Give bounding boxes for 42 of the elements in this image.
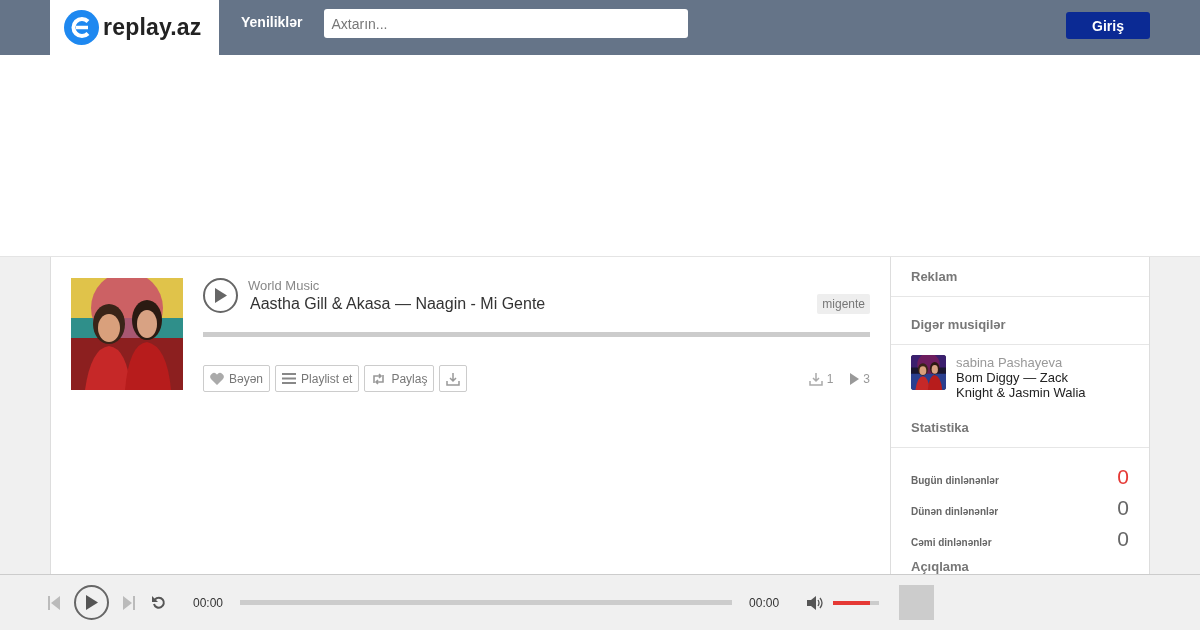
play-icon xyxy=(214,288,227,303)
play-icon xyxy=(85,595,98,610)
like-button[interactable]: Bəyən xyxy=(203,365,271,392)
section-heading: Açıqlama xyxy=(910,558,970,576)
duration: 00:00 xyxy=(749,595,780,610)
login-button[interactable]: Giriş xyxy=(1066,12,1150,39)
section-heading: Statistika xyxy=(891,408,1149,448)
list-icon xyxy=(282,373,297,384)
download-count: 1 xyxy=(826,371,834,386)
stat-label: Dünən dinlənənlər xyxy=(911,506,999,519)
stat-value: 0 xyxy=(1117,465,1129,489)
heart-icon xyxy=(210,372,224,385)
download-icon xyxy=(808,371,823,386)
stat-label: Cəmi dinlənənlər xyxy=(911,537,992,550)
download-button[interactable] xyxy=(439,365,468,392)
stat-value: 0 xyxy=(1117,527,1129,551)
play-count: 3 xyxy=(863,371,870,386)
nav-link[interactable]: Yeniliklər xyxy=(219,0,325,55)
volume-button[interactable] xyxy=(807,595,824,610)
cover-placeholder xyxy=(899,585,935,620)
play-button[interactable] xyxy=(203,278,238,313)
tag[interactable]: migente xyxy=(817,294,870,314)
volume-slider[interactable] xyxy=(833,600,880,605)
stat-value: 0 xyxy=(1117,496,1129,520)
genre-label[interactable]: World Music xyxy=(248,278,808,293)
download-icon xyxy=(446,371,461,386)
section-heading: Reklam xyxy=(891,257,1149,297)
playlist-button[interactable]: Playlist et xyxy=(275,365,360,392)
logo-icon xyxy=(64,10,99,45)
track-title: Aastha Gill & Akasa — Naagin - Mi Gente xyxy=(250,295,547,313)
play-button[interactable] xyxy=(74,585,109,620)
song-title[interactable]: Bom Diggy — Zack Knight & Jasmin Walia xyxy=(956,370,1096,400)
share-button[interactable]: Paylaş xyxy=(364,365,435,392)
play-icon xyxy=(850,372,860,385)
repeat-icon xyxy=(371,372,387,385)
uploader-name[interactable]: sabina Pashayeva xyxy=(956,355,1096,370)
repeat-button[interactable] xyxy=(151,595,166,610)
search-field[interactable]: Axtarın... xyxy=(324,9,689,38)
elapsed-time: 00:00 xyxy=(193,595,224,610)
section-heading: Digər musiqilər xyxy=(891,305,1149,345)
logo[interactable]: replay.az xyxy=(50,0,219,55)
stat-label: Bugün dinlənənlər xyxy=(911,475,999,488)
